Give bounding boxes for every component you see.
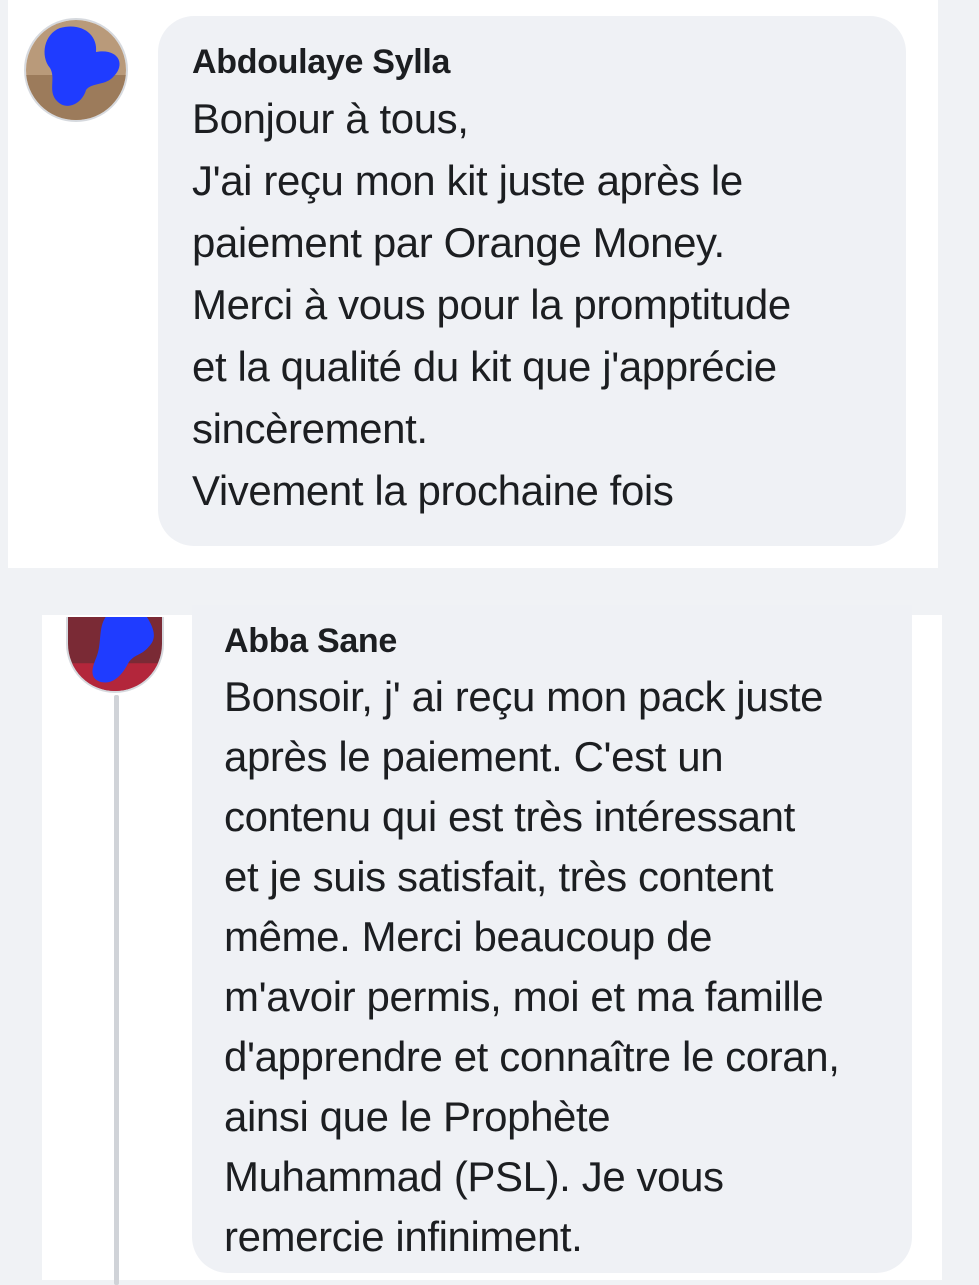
avatar-image	[68, 617, 162, 691]
comment-line: remercie infiniment.	[224, 1213, 583, 1260]
comment-line: Bonjour à tous,	[192, 95, 469, 142]
comment-bubble: Abdoulaye Sylla Bonjour à tous, J'ai reç…	[158, 16, 906, 546]
comment-line: après le paiement. C'est un	[224, 733, 724, 780]
comment-line: et je suis satisfait, très content	[224, 853, 773, 900]
comment-text: Bonjour à tous, J'ai reçu mon kit juste …	[192, 88, 906, 522]
comment-line: m'avoir permis, moi et ma famille	[224, 973, 824, 1020]
comment-line: d'apprendre et connaître le coran,	[224, 1033, 840, 1080]
comment-line: Bonsoir, j' ai reçu mon pack juste	[224, 673, 824, 720]
comment-line: Vivement la prochaine fois	[192, 467, 674, 514]
comment-line: ainsi que le Prophète	[224, 1093, 611, 1140]
reply-card: Abba Sane Bonsoir, j' ai reçu mon pack j…	[42, 605, 942, 1285]
comment-line: Merci à vous pour la promptitude	[192, 281, 791, 328]
comment-author[interactable]: Abdoulaye Sylla	[192, 38, 906, 86]
avatar[interactable]	[66, 617, 164, 693]
comment-author[interactable]: Abba Sane	[224, 617, 912, 665]
thread-line	[114, 695, 119, 1285]
avatar-image	[26, 20, 126, 120]
avatar[interactable]	[24, 18, 128, 122]
comment-line: sincèrement.	[192, 405, 428, 452]
comment-line: J'ai reçu mon kit juste après le	[192, 157, 743, 204]
comment-text: Bonsoir, j' ai reçu mon pack juste après…	[224, 667, 912, 1267]
comment-line: et la qualité du kit que j'apprécie	[192, 343, 777, 390]
reply-bubble: Abba Sane Bonsoir, j' ai reçu mon pack j…	[192, 605, 912, 1273]
comment-line: Muhammad (PSL). Je vous	[224, 1153, 724, 1200]
comment-line: paiement par Orange Money.	[192, 219, 725, 266]
comment-line: contenu qui est très intéressant	[224, 793, 795, 840]
comment-card: Abdoulaye Sylla Bonjour à tous, J'ai reç…	[8, 0, 938, 568]
comment-line: même. Merci beaucoup de	[224, 913, 713, 960]
